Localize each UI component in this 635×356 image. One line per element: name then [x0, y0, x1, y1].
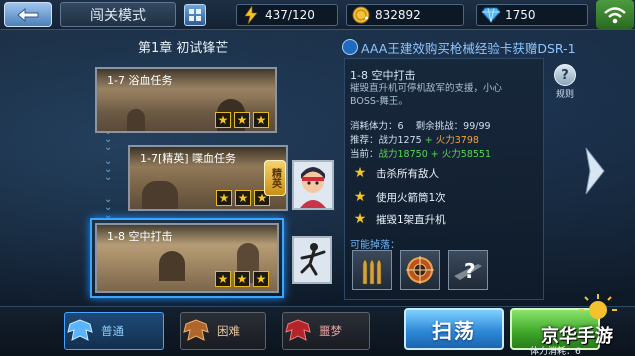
difficulty-label: 普通 [101, 324, 124, 338]
stamina-cost-row: 消耗体力：6 剩余挑战：99/99 [350, 118, 491, 132]
sweep-button[interactable]: 扫荡 [404, 308, 504, 350]
stage-label: 1-8 空中打击 [97, 225, 277, 245]
boss-portrait [292, 236, 332, 284]
star-icon: ★ [216, 190, 232, 206]
difficulty-nightmare-tab[interactable]: 噩梦 [282, 312, 370, 350]
current-fire: 火力58551 [441, 149, 492, 160]
stamina-value: 437/120 [265, 8, 315, 22]
next-chapter-arrow-icon[interactable] [584, 146, 606, 196]
normal-emblem-icon [65, 316, 95, 346]
star-icon: ★ [253, 271, 269, 287]
recommend-power: 战力1275 [378, 135, 422, 146]
gold-value: 832892 [375, 8, 421, 22]
star-icon: ★ [215, 112, 231, 128]
stage-thumbnail-arch [127, 109, 145, 131]
current-label: 当前： [350, 149, 379, 160]
objective-1: ★ 击杀所有敌人 [352, 163, 439, 183]
remain-label: 剩余挑战： [415, 121, 464, 132]
objective-3: ★ 摧毁1架直升机 [352, 209, 446, 229]
stage-thumbnail-arch [159, 251, 185, 281]
stage-card-1-7[interactable]: 1-7 浴血任务 ★ ★ ★ [95, 67, 277, 133]
diamond-counter[interactable]: 1750 [476, 4, 588, 26]
broadcast-icon [342, 39, 358, 55]
recommend-row: 推荐：战力1275 + 火力3798 [350, 135, 479, 146]
cost-value: 6 [397, 121, 404, 132]
drop-item-bullets[interactable] [352, 250, 392, 290]
wifi-status [596, 0, 634, 29]
nightmare-emblem-icon [283, 316, 313, 346]
star-icon: ★ [215, 271, 231, 287]
difficulty-label: 噩梦 [319, 324, 342, 338]
objective-text: 击杀所有敌人 [376, 167, 439, 180]
current-power: 战力18750 [378, 149, 428, 160]
gold-coin-icon [351, 5, 371, 25]
boss-portrait [292, 160, 334, 210]
star-icon: ★ [353, 165, 367, 181]
current-row: 当前：战力18750 + 火力58551 [350, 149, 492, 160]
stamina-counter[interactable]: 437/120 [236, 4, 338, 26]
drop-item-scope[interactable] [400, 250, 440, 290]
stage-stars: ★ ★ ★ [216, 190, 270, 206]
objective-text: 使用火箭筒1次 [376, 191, 446, 204]
svg-text:?: ? [464, 259, 476, 283]
remain-value: 99/99 [463, 121, 491, 132]
rules-label: 规则 [555, 90, 574, 100]
diamond-icon [481, 5, 501, 25]
mode-switch-button[interactable] [184, 4, 206, 26]
dancer-boss-icon [294, 238, 330, 282]
stage-stars: ★ ★ ★ [215, 112, 269, 128]
boss-avatar-icon [294, 162, 332, 208]
watermark: 京华手游 [541, 326, 613, 347]
objective-text: 摧毁1架直升机 [376, 213, 446, 226]
difficulty-label: 困难 [217, 324, 240, 338]
stage-label: 1-7 浴血任务 [97, 69, 275, 89]
stage-stars: ★ ★ ★ [215, 271, 269, 287]
difficulty-hard-tab[interactable]: 困难 [180, 312, 266, 350]
back-button[interactable] [4, 2, 52, 27]
recommend-fire: 火力3798 [435, 135, 479, 146]
path-chevron-icon: ⌄⌄⌄ [104, 194, 113, 221]
grid-icon [189, 9, 201, 21]
detail-title: 1-8 空中打击 [350, 69, 416, 82]
gold-counter[interactable]: 832892 [346, 4, 464, 26]
mystery-weapon-icon: ? [454, 259, 482, 283]
rules-button[interactable]: ? 规则 [551, 64, 579, 102]
stage-card-1-8[interactable]: 1-8 空中打击 ★ ★ ★ [95, 223, 279, 293]
star-icon: ★ [234, 112, 250, 128]
scope-icon [406, 256, 434, 284]
star-icon: ★ [253, 112, 269, 128]
drops-label: 可能掉落： [350, 240, 400, 251]
drop-item-unknown[interactable]: ? [448, 250, 488, 290]
bullets-icon [362, 259, 382, 285]
stage-label: 1-7[精英] 喋血任务 [130, 147, 286, 167]
star-icon: ★ [235, 190, 251, 206]
star-icon: ★ [353, 211, 367, 227]
question-icon: ? [554, 64, 576, 86]
wifi-icon [604, 6, 626, 23]
cost-label: 消耗体力： [350, 121, 398, 132]
recommend-label: 推荐： [350, 135, 379, 146]
hard-emblem-icon [181, 316, 211, 346]
chapter-title: 第1章 初试锋芒 [138, 41, 229, 56]
broadcast-marquee: AAA王建效购买枪械经验卡获赠DSR-1 [342, 37, 604, 57]
star-icon: ★ [234, 271, 250, 287]
lightning-icon [241, 5, 261, 25]
difficulty-normal-tab[interactable]: 普通 [64, 312, 164, 350]
objective-2: ★ 使用火箭筒1次 [352, 187, 446, 207]
marquee-text: AAA王建效购买枪械经验卡获赠DSR-1 [361, 40, 576, 56]
diamond-value: 1750 [505, 8, 536, 22]
star-icon: ★ [353, 189, 367, 205]
stage-thumbnail-arch [142, 181, 178, 209]
back-arrow-icon [17, 7, 39, 22]
mode-title: 闯关模式 [60, 2, 176, 27]
elite-badge: 精英 [264, 160, 286, 196]
path-chevron-icon: ⌄⌄⌄ [104, 156, 113, 183]
detail-description: 摧毁直升机可停机敌军的支援，小心BOSS-舞王。 [350, 83, 503, 107]
